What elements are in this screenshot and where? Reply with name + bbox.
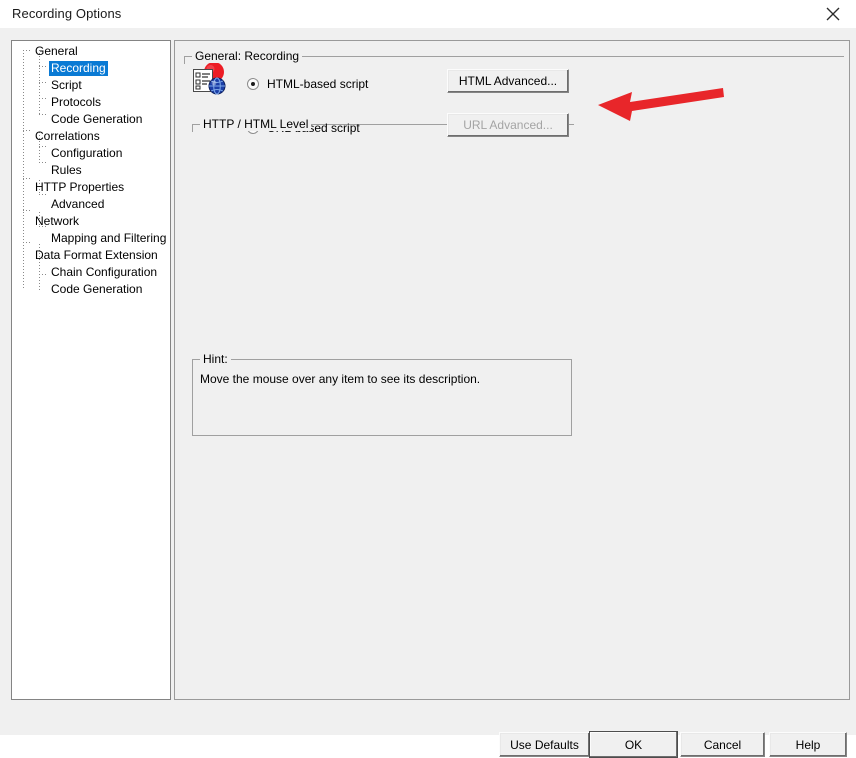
radio-html-based-script[interactable]: HTML-based script bbox=[247, 77, 368, 91]
sidebar-item-chain-configuration[interactable]: Chain Configuration bbox=[12, 264, 170, 281]
sidebar-item-label: Advanced bbox=[51, 197, 105, 211]
html-script-icon bbox=[191, 61, 229, 99]
close-icon bbox=[826, 7, 840, 21]
radio-indicator-html[interactable] bbox=[247, 78, 259, 90]
sidebar-item-script[interactable]: Script bbox=[12, 77, 170, 94]
sidebar-item-label: Recording bbox=[49, 61, 108, 76]
ok-button[interactable]: OK bbox=[589, 731, 678, 758]
html-advanced-button[interactable]: HTML Advanced... bbox=[447, 69, 569, 93]
group-hint-title: Hint: bbox=[200, 352, 231, 366]
sidebar-item-label: Data Format Extension bbox=[35, 248, 158, 262]
sidebar-item-http-properties[interactable]: HTTP Properties bbox=[12, 179, 170, 196]
sidebar-item-correlations[interactable]: Correlations bbox=[12, 128, 170, 145]
window-title: Recording Options bbox=[12, 6, 122, 21]
section-rule-stub bbox=[184, 56, 185, 64]
sidebar-item-label: Mapping and Filtering bbox=[51, 231, 167, 245]
settings-content-panel: General: Recording HTTP / HTML Level HTM… bbox=[174, 40, 850, 700]
help-button[interactable]: Help bbox=[769, 732, 847, 757]
sidebar-item-label: Network bbox=[35, 214, 80, 228]
sidebar-item-mapping-and-filtering[interactable]: Mapping and Filtering bbox=[12, 230, 170, 247]
sidebar-item-code-generation[interactable]: Code Generation bbox=[12, 281, 170, 298]
sidebar-item-label: Rules bbox=[51, 163, 82, 177]
title-bar: Recording Options bbox=[0, 0, 856, 28]
use-defaults-button[interactable]: Use Defaults bbox=[499, 732, 590, 757]
cancel-button[interactable]: Cancel bbox=[680, 732, 765, 757]
sidebar-item-data-format-extension[interactable]: Data Format Extension bbox=[12, 247, 170, 264]
sidebar-item-label: HTTP Properties bbox=[35, 180, 125, 194]
sidebar-item-configuration[interactable]: Configuration bbox=[12, 145, 170, 162]
group-hint: Hint: Move the mouse over any item to se… bbox=[192, 352, 572, 436]
close-button[interactable] bbox=[810, 0, 856, 28]
group-http-title: HTTP / HTML Level bbox=[200, 117, 312, 131]
group-hint-frame bbox=[192, 359, 572, 436]
sidebar-item-label: Configuration bbox=[51, 146, 123, 160]
group-http-rule-stub bbox=[192, 124, 193, 132]
section-title: General: Recording bbox=[192, 49, 303, 63]
radio-label-html: HTML-based script bbox=[267, 77, 369, 91]
sidebar-item-label: Code Generation bbox=[51, 282, 143, 296]
sidebar-item-label: General bbox=[35, 44, 78, 58]
sidebar-item-code-generation[interactable]: Code Generation bbox=[12, 111, 170, 128]
sidebar-item-general[interactable]: General bbox=[12, 43, 170, 60]
sidebar-item-label: Script bbox=[51, 78, 82, 92]
settings-tree[interactable]: General Recording Script Protocols Code Gene… bbox=[11, 40, 171, 700]
sidebar-item-protocols[interactable]: Protocols bbox=[12, 94, 170, 111]
sidebar-item-rules[interactable]: Rules bbox=[12, 162, 170, 179]
sidebar-item-recording[interactable]: Recording bbox=[12, 60, 170, 77]
hint-text: Move the mouse over any item to see its … bbox=[200, 372, 481, 386]
sidebar-item-label: Correlations bbox=[35, 129, 100, 143]
sidebar-item-network[interactable]: Network bbox=[12, 213, 170, 230]
url-advanced-button: URL Advanced... bbox=[447, 113, 569, 137]
sidebar-item-advanced[interactable]: Advanced bbox=[12, 196, 170, 213]
sidebar-item-label: Code Generation bbox=[51, 112, 143, 126]
dialog-body: General Recording Script Protocols Code Gene… bbox=[0, 28, 856, 758]
sidebar-item-label: Protocols bbox=[51, 95, 102, 109]
sidebar-item-label: Chain Configuration bbox=[51, 265, 158, 279]
